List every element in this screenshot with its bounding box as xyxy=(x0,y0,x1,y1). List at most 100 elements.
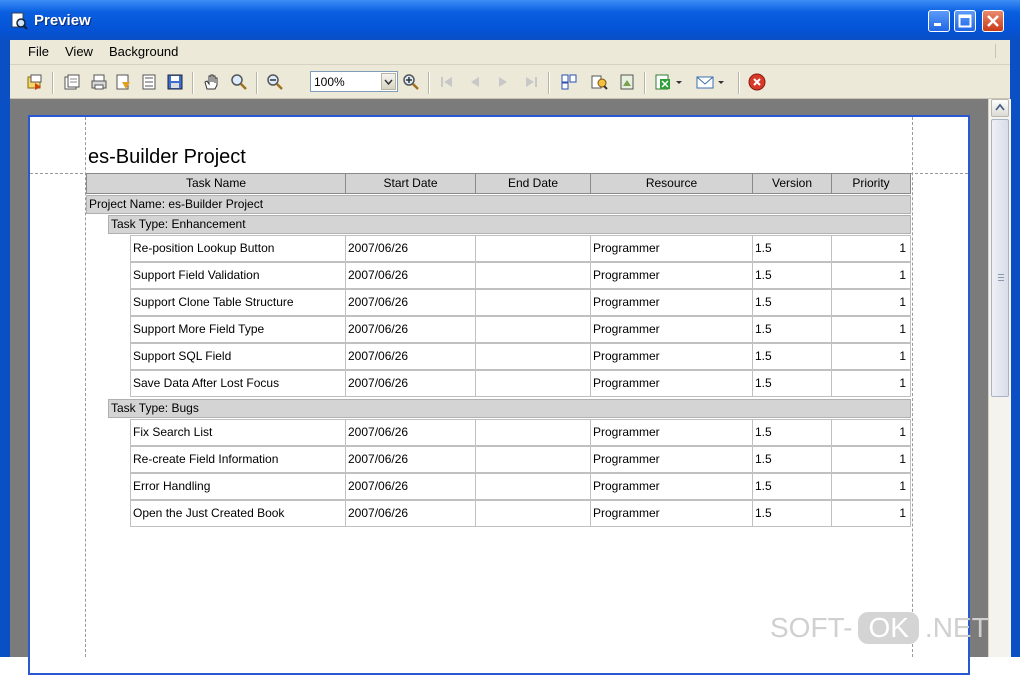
toolbar-separator xyxy=(644,72,646,94)
table-row: Fix Search List 2007/06/26 Programmer 1.5 1 xyxy=(130,419,911,446)
zoom-out-icon[interactable] xyxy=(266,73,284,91)
table-cell-task: Re-position Lookup Button xyxy=(130,235,346,262)
menu-bar: File View Background xyxy=(10,40,1010,65)
table-cell-priority: 1 xyxy=(831,370,911,397)
toolbar-separator xyxy=(738,72,740,94)
table-cell-priority: 1 xyxy=(831,235,911,262)
zoom-in-icon[interactable] xyxy=(402,73,420,91)
multi-page-icon[interactable] xyxy=(560,73,578,91)
chevron-down-icon[interactable] xyxy=(675,73,683,91)
magnifier-icon[interactable] xyxy=(230,73,248,91)
minimize-button[interactable] xyxy=(928,10,950,32)
chevron-down-icon[interactable] xyxy=(381,73,396,90)
column-header[interactable]: Resource xyxy=(590,173,753,194)
window-title: Preview xyxy=(34,12,91,29)
table-cell-task: Support SQL Field xyxy=(130,343,346,370)
table-cell-priority: 1 xyxy=(831,262,911,289)
first-page-icon[interactable] xyxy=(438,73,456,91)
table-row: Support Field Validation 2007/06/26 Progra… xyxy=(130,262,911,289)
watermark-suffix: .NET xyxy=(924,612,989,643)
table-cell-priority: 1 xyxy=(831,343,911,370)
table-cell-end xyxy=(475,289,591,316)
menubar-chevron-icon[interactable] xyxy=(995,44,1006,58)
export-excel-icon[interactable] xyxy=(654,73,672,91)
table-cell-version: 1.5 xyxy=(752,289,832,316)
table-cell-task: Save Data After Lost Focus xyxy=(130,370,346,397)
page-setup-icon[interactable] xyxy=(114,73,132,91)
save-icon[interactable] xyxy=(166,73,184,91)
table-cell-end xyxy=(475,235,591,262)
table-cell-task: Re-create Field Information xyxy=(130,446,346,473)
table-cell-version: 1.5 xyxy=(752,473,832,500)
table-cell-start: 2007/06/26 xyxy=(345,446,476,473)
zoom-select[interactable]: 100% xyxy=(310,71,398,92)
scroll-thumb[interactable] xyxy=(991,119,1009,397)
table-cell-version: 1.5 xyxy=(752,500,832,527)
table-row: Support Clone Table Structure 2007/06/26 P… xyxy=(130,289,911,316)
column-header[interactable]: End Date xyxy=(475,173,591,194)
table-cell-task: Support More Field Type xyxy=(130,316,346,343)
send-mail-icon[interactable] xyxy=(696,73,714,91)
table-cell-start: 2007/06/26 xyxy=(345,500,476,527)
table-cell-task: Error Handling xyxy=(130,473,346,500)
table-cell-resource: Programmer xyxy=(590,316,753,343)
chevron-down-icon[interactable] xyxy=(717,73,725,91)
scroll-up-icon[interactable] xyxy=(991,99,1009,117)
table-cell-version: 1.5 xyxy=(752,446,832,473)
table-row: Re-position Lookup Button 2007/06/26 Progr… xyxy=(130,235,911,262)
task-type-band: Task Type: Bugs xyxy=(108,399,911,418)
open-icon[interactable] xyxy=(62,73,80,91)
table-cell-priority: 1 xyxy=(831,419,911,446)
hand-tool-icon[interactable] xyxy=(202,73,220,91)
export-icon[interactable] xyxy=(26,73,44,91)
close-preview-icon[interactable] xyxy=(748,73,766,91)
find-icon[interactable] xyxy=(590,73,608,91)
table-row: Re-create Field Information 2007/06/26 Pro… xyxy=(130,446,911,473)
background-icon[interactable] xyxy=(618,73,636,91)
column-header[interactable]: Start Date xyxy=(345,173,476,194)
table-cell-end xyxy=(475,473,591,500)
table-row: Save Data After Lost Focus 2007/06/26 Prog… xyxy=(130,370,911,397)
table-cell-end xyxy=(475,343,591,370)
close-button[interactable] xyxy=(982,10,1004,32)
toolbar: 100% xyxy=(10,66,1010,99)
watermark-ok: OK xyxy=(858,612,919,644)
previous-page-icon[interactable] xyxy=(466,73,484,91)
toolbar-separator xyxy=(548,72,550,94)
table-cell-task: Open the Just Created Book xyxy=(130,500,346,527)
table-cell-version: 1.5 xyxy=(752,370,832,397)
menu-view[interactable]: View xyxy=(65,44,93,59)
watermark-prefix: SOFT- xyxy=(770,612,853,643)
grip-icon xyxy=(998,274,1004,275)
table-cell-start: 2007/06/26 xyxy=(345,289,476,316)
table-cell-priority: 1 xyxy=(831,289,911,316)
watermark: SOFT- OK .NET xyxy=(770,612,989,652)
maximize-button[interactable] xyxy=(954,10,976,32)
table-cell-start: 2007/06/26 xyxy=(345,343,476,370)
table-cell-version: 1.5 xyxy=(752,316,832,343)
column-header[interactable]: Priority xyxy=(831,173,911,194)
table-row: Support More Field Type 2007/06/26 Program… xyxy=(130,316,911,343)
table-row: Support SQL Field 2007/06/26 Programmer 1.5… xyxy=(130,343,911,370)
table-cell-start: 2007/06/26 xyxy=(345,370,476,397)
last-page-icon[interactable] xyxy=(522,73,540,91)
table-cell-version: 1.5 xyxy=(752,235,832,262)
print-icon[interactable] xyxy=(90,73,108,91)
vertical-scrollbar[interactable] xyxy=(988,99,1011,657)
toolbar-separator xyxy=(52,72,54,94)
column-header[interactable]: Task Name xyxy=(86,173,346,194)
table-cell-start: 2007/06/26 xyxy=(345,419,476,446)
table-cell-end xyxy=(475,262,591,289)
table-cell-version: 1.5 xyxy=(752,262,832,289)
column-header[interactable]: Version xyxy=(752,173,832,194)
menu-file[interactable]: File xyxy=(28,44,49,59)
page-layout-icon[interactable] xyxy=(140,73,158,91)
table-cell-start: 2007/06/26 xyxy=(345,473,476,500)
next-page-icon[interactable] xyxy=(494,73,512,91)
title-bar[interactable]: Preview xyxy=(0,0,1020,40)
table-cell-resource: Programmer xyxy=(590,473,753,500)
table-cell-task: Support Field Validation xyxy=(130,262,346,289)
window-border-left xyxy=(0,40,10,657)
margin-guide-right xyxy=(912,117,913,657)
menu-background[interactable]: Background xyxy=(109,44,178,59)
